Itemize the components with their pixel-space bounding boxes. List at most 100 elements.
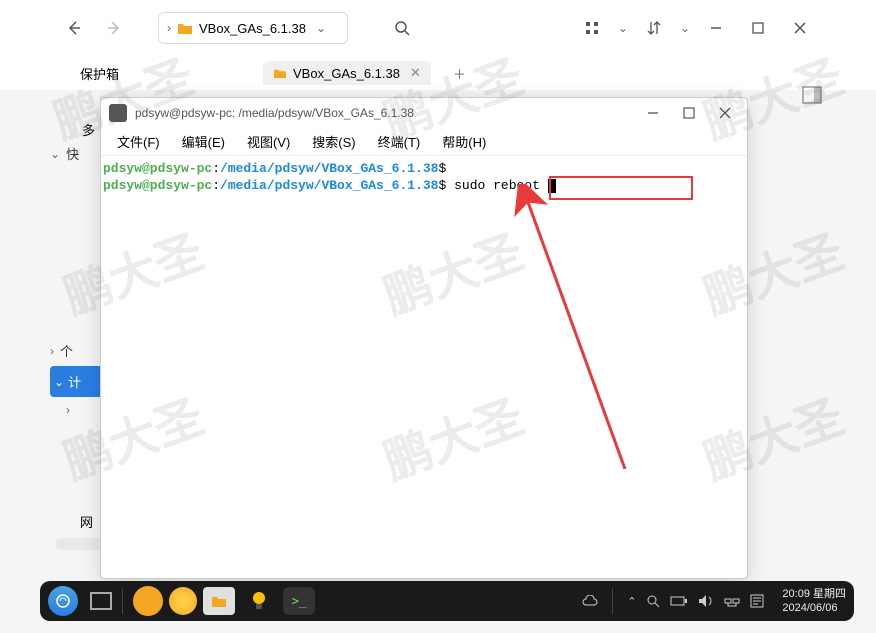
prompt-path: /media/pdsyw/VBox_GAs_6.1.38 <box>220 161 438 176</box>
tray-notification-icon[interactable] <box>750 594 764 608</box>
tray-battery-icon[interactable] <box>670 595 688 607</box>
fm-toolbar: › VBox_GAs_6.1.38 ⌄ ⌄ ⌄ <box>0 0 876 56</box>
back-button[interactable] <box>58 12 90 44</box>
terminal-titlebar[interactable]: pdsyw@pdsyw-pc: /media/pdsyw/VBox_GAs_6.… <box>101 98 747 128</box>
menu-file[interactable]: 文件(F) <box>107 129 170 154</box>
taskbar-files[interactable] <box>203 587 235 615</box>
prompt-colon: : <box>212 178 220 193</box>
prompt-colon: : <box>212 161 220 176</box>
folder-icon <box>210 594 228 608</box>
terminal-title: pdsyw@pdsyw-pc: /media/pdsyw/VBox_GAs_6.… <box>135 106 631 120</box>
terminal-close-button[interactable] <box>711 101 739 125</box>
chevron-right-icon: › <box>66 403 70 417</box>
tab-label: VBox_GAs_6.1.38 <box>293 66 400 81</box>
new-tab-button[interactable]: ＋ <box>443 60 476 87</box>
prompt-dollar: $ <box>438 161 446 176</box>
chevron-down-icon[interactable]: ⌄ <box>680 21 690 35</box>
tab-multi-label: 多 <box>82 120 95 139</box>
chevron-down-icon[interactable]: ⌄ <box>618 21 628 35</box>
sidebar-item-network[interactable]: 网 <box>80 512 93 531</box>
address-text: VBox_GAs_6.1.38 <box>199 21 306 36</box>
minimize-icon <box>710 22 722 34</box>
folder-icon <box>177 21 193 35</box>
menu-help[interactable]: 帮助(H) <box>432 129 496 154</box>
prompt-dollar: $ <box>438 178 446 193</box>
search-icon <box>394 20 410 36</box>
window-close-button[interactable] <box>784 12 816 44</box>
sidebar-sub[interactable]: › <box>50 399 105 421</box>
fm-tabs: 多 保护箱 VBox_GAs_6.1.38 ✕ ＋ <box>0 56 876 90</box>
terminal-line: pdsyw@pdsyw-pc:/media/pdsyw/VBox_GAs_6.1… <box>103 177 745 194</box>
terminal-app-icon <box>109 104 127 122</box>
tab-vbox[interactable]: VBox_GAs_6.1.38 ✕ <box>263 61 431 85</box>
menu-terminal[interactable]: 终端(T) <box>368 129 431 154</box>
clock-date: 2024/06/06 <box>782 601 846 615</box>
terminal-content[interactable]: pdsyw@pdsyw-pc:/media/pdsyw/VBox_GAs_6.1… <box>101 156 747 198</box>
folder-icon <box>273 67 287 79</box>
maximize-icon <box>752 22 764 34</box>
terminal-line: pdsyw@pdsyw-pc:/media/pdsyw/VBox_GAs_6.1… <box>103 160 745 177</box>
separator <box>122 588 123 614</box>
launcher-icon <box>55 593 71 609</box>
terminal-maximize-button[interactable] <box>675 101 703 125</box>
tray-search-icon[interactable] <box>646 594 660 608</box>
prompt-user: pdsyw@pdsyw-pc <box>103 178 212 193</box>
chevron-down-icon: ⌄ <box>50 147 60 161</box>
arrow-right-icon <box>106 20 122 36</box>
chevron-right-icon: › <box>50 344 54 358</box>
forward-button[interactable] <box>98 12 130 44</box>
clock-time: 20:09 星期四 <box>782 587 846 601</box>
window-maximize-button[interactable] <box>742 12 774 44</box>
tray-chevron-up-icon[interactable]: ⌃ <box>627 595 636 608</box>
menu-search[interactable]: 搜索(S) <box>302 129 365 154</box>
taskbar-launcher[interactable] <box>48 586 78 616</box>
taskbar-app-1[interactable] <box>133 586 163 616</box>
maximize-icon <box>683 107 695 119</box>
menu-view[interactable]: 视图(V) <box>237 129 300 154</box>
tray-volume-icon[interactable] <box>698 594 714 608</box>
tab-close-button[interactable]: ✕ <box>410 65 421 81</box>
taskbar: >_ ⌃ 20:09 星期四 2024/06/06 <box>40 581 854 621</box>
terminal-command: sudo reboot <box>454 178 540 193</box>
taskbar-app-2[interactable] <box>169 587 197 615</box>
close-icon <box>794 22 806 34</box>
prompt-path: /media/pdsyw/VBox_GAs_6.1.38 <box>220 178 438 193</box>
close-icon <box>719 107 731 119</box>
sidebar-item-computer[interactable]: ⌄ 计 <box>50 366 105 397</box>
sort-icon <box>647 21 661 35</box>
terminal-minimize-button[interactable] <box>639 101 667 125</box>
tray-cloud-icon[interactable] <box>582 595 598 607</box>
menu-edit[interactable]: 编辑(E) <box>172 129 235 154</box>
sidebar: ⌄ 快 › 个 ⌄ 计 › <box>50 140 105 421</box>
sidebar-label: 个 <box>60 341 73 360</box>
chevron-down-icon: ⌄ <box>54 375 64 389</box>
taskbar-taskview[interactable] <box>90 592 112 610</box>
separator <box>612 588 613 614</box>
system-tray: ⌃ 20:09 星期四 2024/06/06 <box>582 587 846 615</box>
search-button[interactable] <box>386 12 418 44</box>
sidebar-quick-header[interactable]: ⌄ 快 <box>50 140 105 167</box>
tab-safe[interactable]: 保护箱 <box>80 64 119 83</box>
sidebar-personal-header[interactable]: › 个 <box>50 337 105 364</box>
terminal-window: pdsyw@pdsyw-pc: /media/pdsyw/VBox_GAs_6.… <box>100 97 748 579</box>
bulb-icon <box>250 590 268 612</box>
minimize-icon <box>647 107 659 119</box>
panel-toggle-button[interactable] <box>802 86 824 108</box>
arrow-left-icon <box>66 20 82 36</box>
taskbar-clock[interactable]: 20:09 星期四 2024/06/06 <box>782 587 846 615</box>
chevron-right-icon: › <box>167 21 171 35</box>
window-minimize-button[interactable] <box>700 12 732 44</box>
address-bar[interactable]: › VBox_GAs_6.1.38 ⌄ <box>158 12 348 44</box>
cursor <box>548 179 556 193</box>
view-sort-button[interactable] <box>638 12 670 44</box>
taskbar-terminal[interactable]: >_ <box>283 587 315 615</box>
prompt-user: pdsyw@pdsyw-pc <box>103 161 212 176</box>
terminal-menubar: 文件(F) 编辑(E) 视图(V) 搜索(S) 终端(T) 帮助(H) <box>101 128 747 156</box>
chevron-down-icon[interactable]: ⌄ <box>316 21 326 35</box>
tray-network-icon[interactable] <box>724 594 740 608</box>
sidebar-label: 快 <box>66 144 79 163</box>
view-grid-button[interactable] <box>576 12 608 44</box>
panel-icon <box>802 86 822 104</box>
grid-icon <box>585 21 599 35</box>
taskbar-app-3[interactable] <box>241 585 277 617</box>
